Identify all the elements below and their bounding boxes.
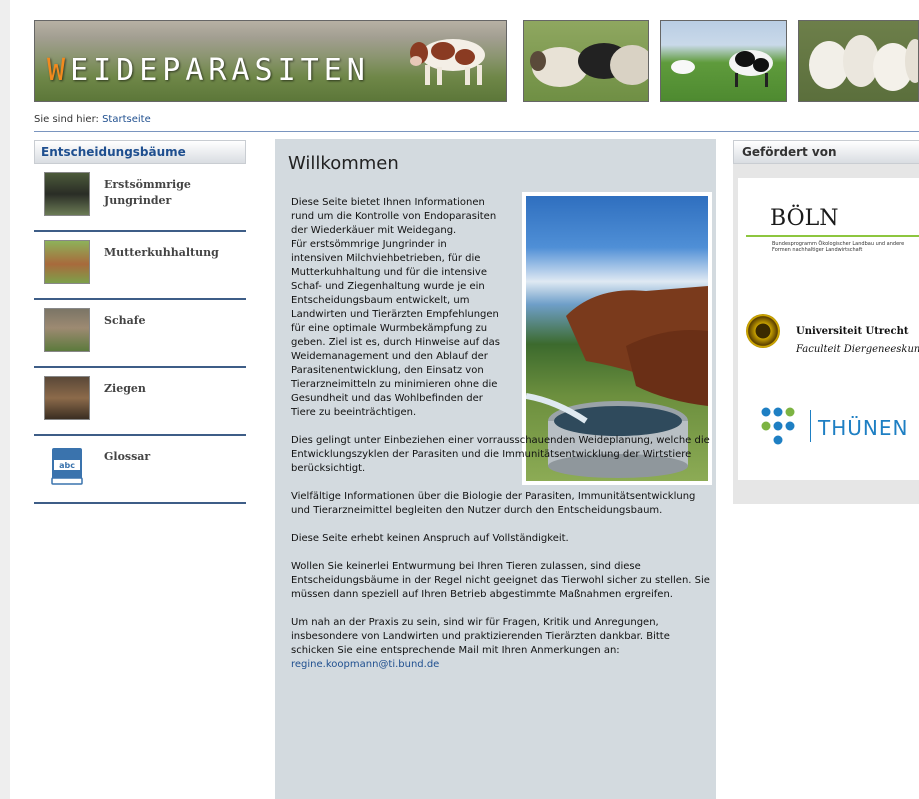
header-photo-cows: [660, 20, 787, 102]
breadcrumb-link-home[interactable]: Startseite: [102, 114, 151, 125]
boeln-underline: [746, 235, 919, 237]
sponsor-logos: BÖLN Bundesprogramm Ökologischer Landbau…: [738, 178, 919, 480]
nav-item-jungrinder[interactable]: Erstsömmrige Jungrinder: [34, 164, 246, 232]
breadcrumb: Sie sind hier: Startseite: [34, 114, 151, 125]
contact-email-link[interactable]: regine.koopmann@ti.bund.de: [291, 659, 439, 670]
utrecht-name: Universiteit Utrecht: [796, 326, 909, 337]
thuenen-dots-icon: [761, 407, 795, 445]
logo-first-letter: W: [47, 53, 71, 88]
paragraph: Diese Seite bietet Ihnen Informationen r…: [291, 197, 497, 236]
thuenen-divider: [810, 410, 811, 442]
nav-title: Entscheidungsbäume: [34, 140, 246, 164]
cow-illustration: [410, 39, 485, 85]
intro-block: Diese Seite bietet Ihnen Informationen r…: [291, 196, 501, 420]
paragraph: Dies gelingt unter Einbeziehen einer vor…: [291, 435, 710, 474]
nav-item-label: Glossar: [104, 450, 151, 463]
paragraph: Wollen Sie keinerlei Entwurmung bei Ihre…: [291, 561, 710, 600]
header-divider: [34, 131, 919, 132]
sheep-thumbnail: [44, 308, 90, 352]
utrecht-faculty: Faculteit Diergeneeskunde: [796, 344, 919, 355]
sheep-illustration: [530, 43, 648, 87]
paragraph: Um nah an der Praxis zu sein, sind wir f…: [291, 617, 670, 656]
boeln-subtitle: Bundesprogramm Ökologischer Landbau und …: [772, 241, 905, 253]
nav-item-label: Schafe: [104, 314, 146, 327]
header-photo-goats: [798, 20, 919, 102]
sponsor-sidebar: Gefördert von BÖLN Bundesprogramm Ökolog…: [733, 140, 919, 504]
nav-item-ziegen[interactable]: Ziegen: [34, 368, 246, 436]
site-logo[interactable]: WEIDEPARASITEN: [34, 20, 507, 102]
sponsor-title: Gefördert von: [733, 140, 919, 164]
nav-item-label: Ziegen: [104, 382, 146, 395]
welcome-text: Diese Seite bietet Ihnen Informationen r…: [291, 196, 711, 672]
logo-text: WEIDEPARASITEN: [47, 53, 370, 88]
paragraph: Für erstsömmrige Jungrinder in intensive…: [291, 239, 500, 418]
paragraph: Diese Seite erhebt keinen Anspruch auf V…: [291, 533, 569, 544]
heifer-thumbnail: [44, 172, 90, 216]
paragraph: Vielfältige Informationen über die Biolo…: [291, 491, 696, 516]
nav-item-mutterkuhhaltung[interactable]: Mutterkuhhaltung: [34, 232, 246, 300]
boeln-name: BÖLN: [770, 206, 839, 231]
book-icon: abc: [44, 444, 90, 488]
cows-illustration: [671, 50, 773, 87]
breadcrumb-prefix: Sie sind hier:: [34, 114, 99, 125]
nav-item-schafe[interactable]: Schafe: [34, 300, 246, 368]
sidebar-nav: Entscheidungsbäume Erstsömmrige Jungrind…: [34, 140, 246, 504]
nav-item-glossar[interactable]: abc Glossar: [34, 436, 246, 504]
paragraph-contact: Um nah an der Praxis zu sein, sind wir f…: [291, 616, 711, 672]
thuenen-name: THÜNEN: [818, 416, 909, 440]
page: WEIDEPARASITEN Sie sind hier: Startseite…: [10, 0, 919, 799]
goats-illustration: [809, 35, 918, 91]
nav-item-label: Mutterkuhhaltung: [104, 246, 219, 259]
suckler-cow-thumbnail: [44, 240, 90, 284]
page-title: Willkommen: [288, 153, 399, 174]
svg-text:abc: abc: [59, 461, 75, 470]
header-banner: WEIDEPARASITEN: [34, 20, 919, 102]
utrecht-seal-icon: [746, 314, 780, 348]
header-photo-sheep: [523, 20, 649, 102]
logo-word: EIDEPARASITEN: [70, 53, 370, 88]
goat-thumbnail: [44, 376, 90, 420]
nav-item-label: Erstsömmrige Jungrinder: [104, 178, 191, 207]
main-content: Willkommen Diese Seite bietet Ihnen Info…: [275, 139, 716, 799]
